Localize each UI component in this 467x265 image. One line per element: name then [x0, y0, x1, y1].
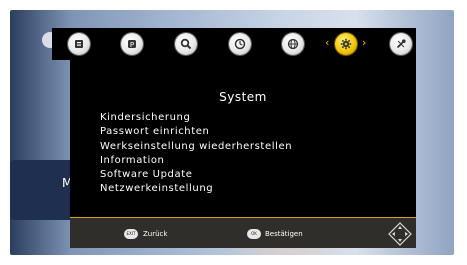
- ok-key-icon: OK: [247, 229, 261, 239]
- confirm-label: Bestätigen: [265, 230, 303, 238]
- svg-text:P: P: [130, 41, 134, 49]
- menu-item-netzwerkeinstellung[interactable]: Netzwerkeinstellung: [100, 182, 292, 196]
- footer-bar: [70, 218, 416, 248]
- menu-item-werkseinstellung[interactable]: Werkseinstellung wiederherstellen: [100, 140, 292, 154]
- epg-icon[interactable]: [68, 33, 90, 55]
- back-label: Zurück: [143, 230, 168, 238]
- menu-prev-arrow[interactable]: ‹: [325, 37, 329, 48]
- settings-gear-icon[interactable]: [335, 33, 357, 55]
- menu-next-arrow[interactable]: ›: [362, 37, 366, 48]
- tools-icon[interactable]: [390, 33, 412, 55]
- exit-key-icon: EXIT: [124, 229, 138, 239]
- menu-title: System: [219, 90, 267, 104]
- system-menu-list: Kindersicherung Passwort einrichten Werk…: [100, 111, 292, 197]
- search-icon[interactable]: [175, 33, 197, 55]
- menu-item-software-update[interactable]: Software Update: [100, 168, 292, 182]
- picture-icon[interactable]: P: [121, 33, 143, 55]
- globe-network-icon[interactable]: [282, 33, 304, 55]
- menu-item-kindersicherung[interactable]: Kindersicherung: [100, 111, 292, 125]
- timer-clock-icon[interactable]: [229, 33, 251, 55]
- menu-item-passwort[interactable]: Passwort einrichten: [100, 125, 292, 139]
- navigation-pad-icon: [388, 222, 412, 246]
- menu-item-information[interactable]: Information: [100, 154, 292, 168]
